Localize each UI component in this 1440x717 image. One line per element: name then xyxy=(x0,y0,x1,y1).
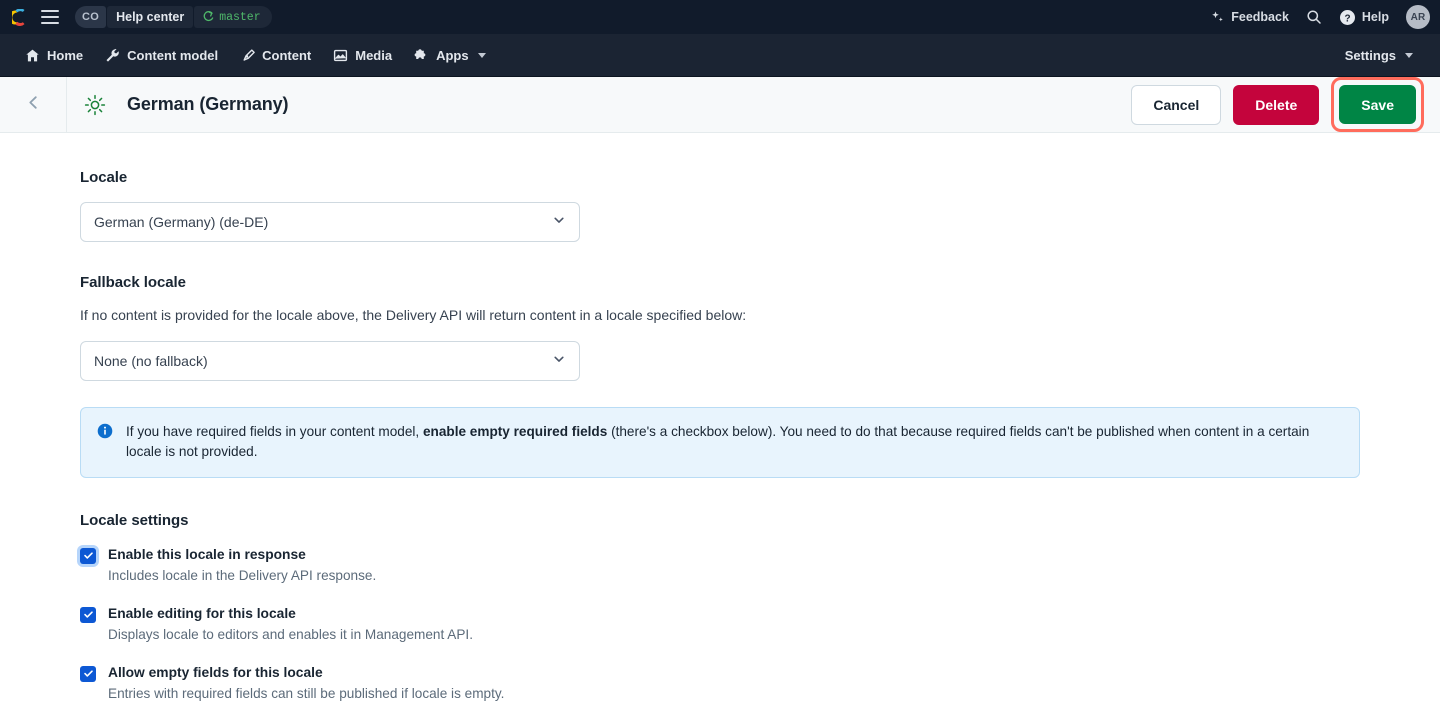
environment-label: master xyxy=(219,11,260,24)
question-circle-icon: ? xyxy=(1339,9,1356,26)
top-bar-actions: Feedback ? Help AR xyxy=(1210,5,1430,29)
save-button[interactable]: Save xyxy=(1339,85,1416,124)
checkbox-label: Allow empty fields for this locale xyxy=(108,664,504,681)
environment-badge[interactable]: master xyxy=(194,6,271,28)
checkbox-allow-empty-fields[interactable] xyxy=(80,666,96,682)
chevron-down-icon xyxy=(1405,53,1413,58)
gear-icon xyxy=(81,91,109,119)
checkbox-label: Enable editing for this locale xyxy=(108,605,473,622)
hamburger-menu-icon[interactable] xyxy=(41,10,59,24)
page-title: German (Germany) xyxy=(127,94,288,115)
nav-label: Content model xyxy=(127,48,218,63)
fallback-locale-label: Fallback locale xyxy=(80,274,1360,291)
main-navigation: Home Content model Content Media xyxy=(0,34,1440,77)
avatar[interactable]: AR xyxy=(1406,5,1430,29)
branch-icon xyxy=(202,11,214,23)
checkbox-description: Includes locale in the Delivery API resp… xyxy=(108,567,376,585)
fallback-locale-description: If no content is provided for the locale… xyxy=(80,305,1360,325)
locale-select[interactable]: German (Germany) (de-DE) xyxy=(80,202,580,242)
info-note: If you have required fields in your cont… xyxy=(80,407,1360,477)
nav-item-settings[interactable]: Settings xyxy=(1334,34,1424,77)
locale-label: Locale xyxy=(80,169,1360,186)
chevron-down-icon xyxy=(478,53,486,58)
checkbox-row-enable-editing[interactable]: Enable editing for this locale Displays … xyxy=(80,605,1360,644)
puzzle-icon xyxy=(414,48,429,63)
wrench-icon xyxy=(105,48,120,63)
space-name[interactable]: Help center xyxy=(107,6,193,28)
image-icon xyxy=(333,48,348,63)
checkbox-label: Enable this locale in response xyxy=(108,546,376,563)
checkbox-description: Displays locale to editors and enables i… xyxy=(108,626,473,644)
back-button[interactable] xyxy=(0,77,67,132)
sparkles-icon xyxy=(1210,10,1225,25)
chevron-down-icon xyxy=(552,213,566,232)
feedback-button[interactable]: Feedback xyxy=(1210,10,1289,25)
space-environment-selector[interactable]: CO Help center master xyxy=(75,6,272,28)
organization-badge[interactable]: CO xyxy=(75,6,106,28)
checkbox-row-enable-locale-in-response[interactable]: Enable this locale in response Includes … xyxy=(80,546,1360,585)
page-header: German (Germany) Cancel Delete Save xyxy=(0,77,1440,133)
svg-text:?: ? xyxy=(1344,13,1350,24)
search-button[interactable] xyxy=(1306,9,1322,25)
locale-settings-heading: Locale settings xyxy=(80,512,1360,529)
nav-label: Content xyxy=(262,48,311,63)
main-content: Locale German (Germany) (de-DE) Fallback… xyxy=(0,133,1440,702)
save-button-highlight: Save xyxy=(1331,77,1424,132)
nav-label: Apps xyxy=(436,48,469,63)
help-button[interactable]: ? Help xyxy=(1339,9,1389,26)
top-bar: CO Help center master Feedback xyxy=(0,0,1440,34)
fallback-locale-select[interactable]: None (no fallback) xyxy=(80,341,580,381)
nav-item-media[interactable]: Media xyxy=(322,34,403,77)
pen-nib-icon xyxy=(240,48,255,63)
checkbox-description: Entries with required fields can still b… xyxy=(108,685,504,703)
chevron-left-icon xyxy=(25,94,42,116)
nav-item-content-model[interactable]: Content model xyxy=(94,34,229,77)
checkbox-enable-locale-in-response[interactable] xyxy=(80,548,96,564)
nav-item-apps[interactable]: Apps xyxy=(403,34,497,77)
help-label: Help xyxy=(1362,10,1389,24)
checkbox-row-allow-empty-fields[interactable]: Allow empty fields for this locale Entri… xyxy=(80,664,1360,703)
checkbox-enable-editing[interactable] xyxy=(80,607,96,623)
nav-label: Home xyxy=(47,48,83,63)
chevron-down-icon xyxy=(552,352,566,371)
contentful-logo-icon[interactable] xyxy=(12,9,29,26)
delete-button[interactable]: Delete xyxy=(1233,85,1319,125)
nav-item-content[interactable]: Content xyxy=(229,34,322,77)
nav-item-home[interactable]: Home xyxy=(14,34,94,77)
home-icon xyxy=(25,48,40,63)
header-actions: Cancel Delete Save xyxy=(1131,77,1424,132)
fallback-locale-select-value: None (no fallback) xyxy=(94,353,552,369)
search-icon xyxy=(1306,9,1322,25)
nav-label: Media xyxy=(355,48,392,63)
nav-label: Settings xyxy=(1345,48,1396,63)
cancel-button[interactable]: Cancel xyxy=(1131,85,1221,125)
info-note-text: If you have required fields in your cont… xyxy=(126,422,1343,461)
note-part-1: If you have required fields in your cont… xyxy=(126,424,423,439)
note-bold-phrase: enable empty required fields xyxy=(423,424,607,439)
locale-select-value: German (Germany) (de-DE) xyxy=(94,214,552,230)
info-circle-icon xyxy=(97,423,113,461)
feedback-label: Feedback xyxy=(1231,10,1289,24)
